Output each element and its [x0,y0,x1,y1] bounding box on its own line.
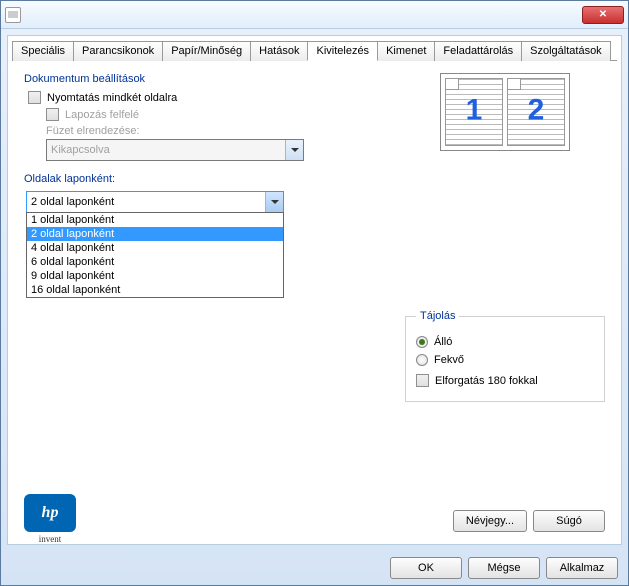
pages-per-sheet-option[interactable]: 4 oldal laponként [27,241,283,255]
tab-parancsikonok[interactable]: Parancsikonok [73,41,163,61]
pages-per-sheet-value: 2 oldal laponként [31,196,114,208]
tab-hat-sok[interactable]: Hatások [250,41,308,61]
booklet-layout-select: Kikapcsolva [46,139,304,161]
tab-feladatt-rol-s[interactable]: Feladattárolás [434,41,522,61]
doc-settings-label: Dokumentum beállítások [24,73,365,85]
preview-page-2: 2 [507,78,565,146]
layout-preview: 1 2 [440,73,570,151]
hp-logo: hp invent [24,494,76,532]
pages-per-sheet-label: Oldalak laponként: [24,173,365,185]
pages-per-sheet-option[interactable]: 6 oldal laponként [27,255,283,269]
preview-page-1: 1 [445,78,503,146]
pages-per-sheet-select[interactable]: 2 oldal laponként 1 oldal laponként2 old… [26,191,284,213]
pages-per-sheet-option[interactable]: 2 oldal laponként [27,227,283,241]
rotate-180-checkbox[interactable] [416,374,429,387]
pages-per-sheet-option[interactable]: 16 oldal laponként [27,283,283,297]
tab-kimenet[interactable]: Kimenet [377,41,435,61]
orientation-landscape-label: Fekvő [434,354,464,366]
flip-up-checkbox [46,108,59,121]
tab-kivitelez-s[interactable]: Kivitelezés [307,41,378,61]
orientation-group: Tájolás Álló Fekvő Elforgatás 180 fokkal [405,310,605,402]
orientation-portrait-radio[interactable] [416,336,428,348]
cancel-button[interactable]: Mégse [468,557,540,579]
close-button[interactable]: ✕ [582,6,624,24]
rotate-180-label: Elforgatás 180 fokkal [435,375,538,387]
about-button[interactable]: Névjegy... [453,510,527,532]
pages-per-sheet-dropdown: 1 oldal laponként2 oldal laponként4 olda… [26,212,284,298]
apply-button[interactable]: Alkalmaz [546,557,618,579]
ok-button[interactable]: OK [390,557,462,579]
booklet-layout-label: Füzet elrendezése: [46,125,365,137]
chevron-down-icon [285,140,303,160]
print-both-sides-checkbox[interactable] [28,91,41,104]
print-both-sides-label: Nyomtatás mindkét oldalra [47,92,177,104]
orientation-portrait-label: Álló [434,336,452,348]
tab-strip: SpeciálisParancsikonokPapír/MinőségHatás… [12,40,617,61]
pages-per-sheet-option[interactable]: 1 oldal laponként [27,213,283,227]
orientation-landscape-radio[interactable] [416,354,428,366]
help-button[interactable]: Súgó [533,510,605,532]
tab-pap-r-min-s-g[interactable]: Papír/Minőség [162,41,251,61]
flip-up-label: Lapozás felfelé [65,109,139,121]
booklet-layout-value: Kikapcsolva [51,144,110,156]
orientation-legend: Tájolás [416,310,459,322]
pages-per-sheet-option[interactable]: 9 oldal laponként [27,269,283,283]
tab-speci-lis[interactable]: Speciális [12,41,74,61]
chevron-down-icon[interactable] [265,192,283,212]
printer-icon [5,7,21,23]
tab-szolg-ltat-sok[interactable]: Szolgáltatások [521,41,611,61]
